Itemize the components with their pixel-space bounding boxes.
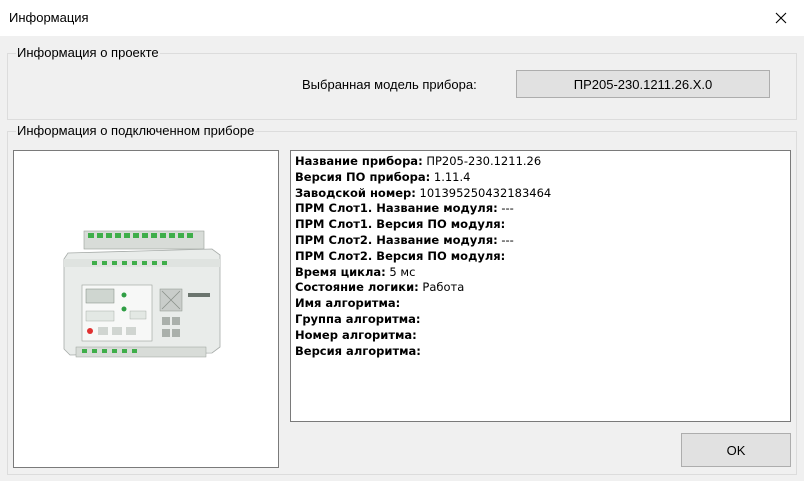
- device-model-value: ПР205-230.1211.26.X.0: [573, 76, 713, 92]
- ok-button-label: OK: [726, 442, 746, 458]
- info-slot2-module-version: ПРМ Слот2. Версия ПО модуля:: [295, 248, 506, 263]
- info-algorithm-name: Имя алгоритма:: [295, 296, 401, 311]
- info-slot1-module-name: ПРМ Слот1. Название модуля: ---: [295, 201, 514, 216]
- window-title: Информация: [9, 10, 89, 25]
- device-image-box: [13, 150, 279, 468]
- device-image: [63, 230, 221, 358]
- device-model-field[interactable]: ПР205-230.1211.26.X.0: [516, 70, 770, 98]
- info-slot1-module-version: ПРМ Слот1. Версия ПО модуля:: [295, 217, 506, 232]
- info-cycle-time: Время цикла: 5 мс: [295, 264, 416, 279]
- info-firmware-version: Версия ПО прибора: 1.11.4: [295, 169, 471, 184]
- info-serial-number: Заводской номер: 101395250432183464: [295, 185, 552, 200]
- info-device-name: Название прибора: ПР205-230.1211.26: [295, 154, 542, 168]
- device-info-panel[interactable]: Название прибора: ПР205-230.1211.26 Верс…: [290, 150, 791, 422]
- device-model-label: Выбранная модель прибора:: [302, 77, 477, 92]
- title-bar: Информация: [0, 0, 804, 36]
- close-button[interactable]: [758, 0, 804, 36]
- device-info-legend: Информация о подключенном приборе: [16, 123, 256, 139]
- info-slot2-module-name: ПРМ Слот2. Название модуля: ---: [295, 232, 514, 247]
- info-algorithm-group: Группа алгоритма:: [295, 311, 421, 326]
- close-icon: [775, 12, 787, 24]
- ok-button[interactable]: OK: [681, 433, 791, 467]
- info-algorithm-number: Номер алгоритма:: [295, 327, 417, 342]
- info-logic-state: Состояние логики: Работа: [295, 280, 465, 295]
- info-algorithm-version: Версия алгоритма:: [295, 343, 421, 358]
- project-info-legend: Информация о проекте: [16, 45, 160, 61]
